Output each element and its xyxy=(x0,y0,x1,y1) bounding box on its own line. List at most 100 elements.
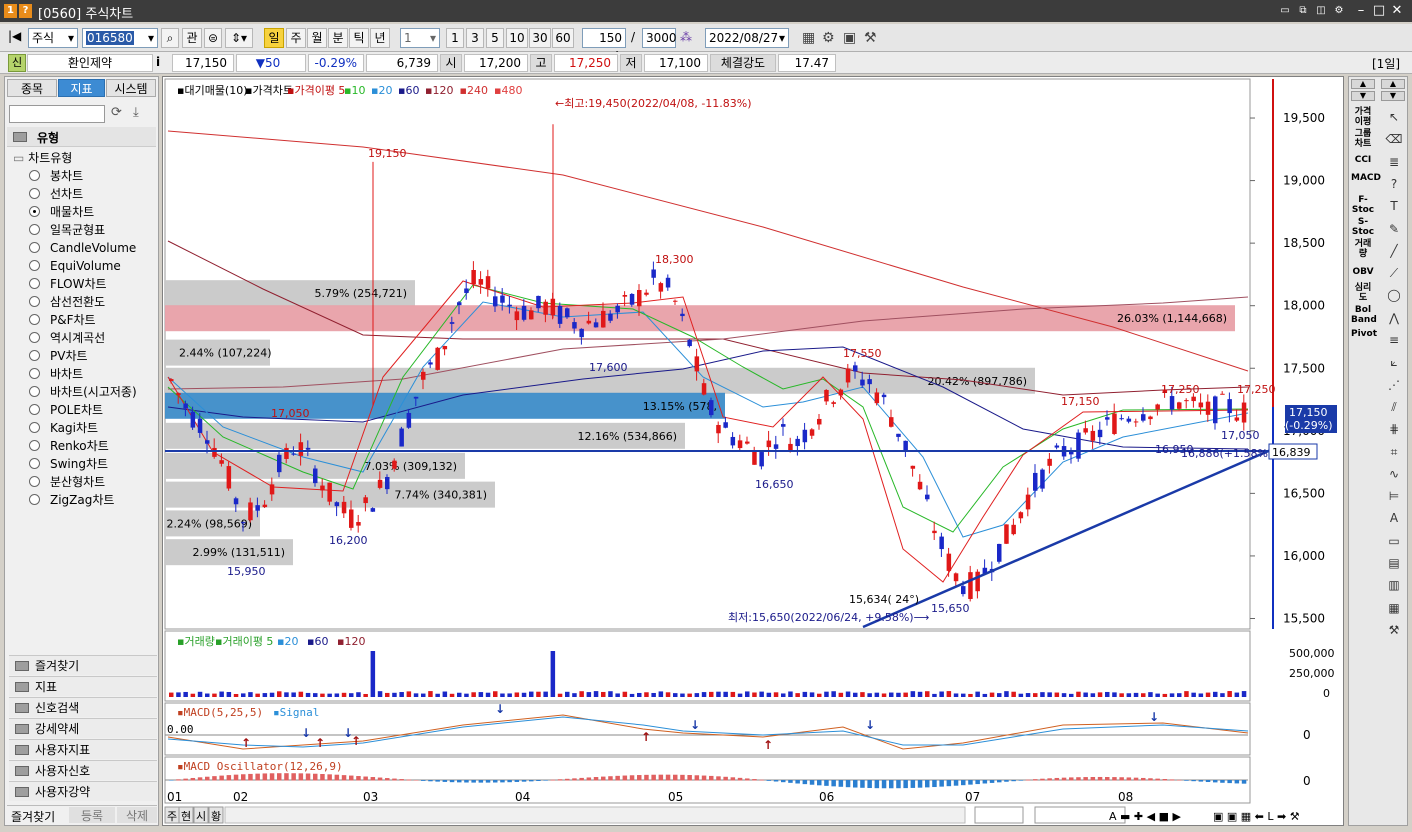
period-week[interactable]: 주 xyxy=(286,28,306,48)
maximize-button[interactable]: □ xyxy=(1370,2,1388,20)
cursor-icon[interactable]: ↖ xyxy=(1383,107,1405,127)
chart-type-0[interactable]: 봉차트 xyxy=(29,167,83,185)
total-input[interactable]: 3000 xyxy=(642,28,677,48)
radio-icon[interactable] xyxy=(29,458,40,469)
chart-type-18[interactable]: ZigZag차트 xyxy=(29,491,114,509)
indicator-shortcut-5[interactable]: S-Stoc xyxy=(1351,217,1375,237)
radio-icon[interactable] xyxy=(29,224,40,235)
radio-icon[interactable] xyxy=(29,350,40,361)
indicator-shortcut-9[interactable]: Bol Band xyxy=(1351,305,1377,325)
indicator-shortcut-8[interactable]: 심리도 xyxy=(1351,283,1375,303)
folder-item-3[interactable]: 강세약세 xyxy=(9,718,157,738)
refresh-icon[interactable]: ⟳ xyxy=(111,105,122,120)
link-icon[interactable]: ⊜ xyxy=(204,28,222,48)
radio-icon[interactable] xyxy=(29,242,40,253)
indicator-search-input[interactable] xyxy=(9,105,105,123)
ray-icon[interactable]: ⟋ xyxy=(1383,263,1405,283)
delete-button[interactable]: 삭제 xyxy=(117,807,157,823)
chart-type-1[interactable]: 선차트 xyxy=(29,185,83,203)
stock-chart[interactable]: 5.79% (254,721) 26.03% (1,144,668) 2.44% (… xyxy=(163,77,1345,827)
eraser-icon[interactable]: ⌫ xyxy=(1383,129,1405,149)
folder-item-5[interactable]: 사용자신호 xyxy=(9,760,157,780)
tab-indicator[interactable]: 지표 xyxy=(58,79,105,97)
count-stepper[interactable]: 150 ⇕ xyxy=(582,28,626,63)
tab-favorites[interactable]: 즐겨찾기 xyxy=(11,808,55,825)
channel-icon[interactable]: ⫽ xyxy=(1383,397,1405,417)
doc-icon[interactable]: ▤ xyxy=(1383,553,1405,573)
radio-icon[interactable] xyxy=(29,368,40,379)
screenshot-icon[interactable]: ◫ xyxy=(1314,4,1328,18)
bar-icon[interactable]: ▥ xyxy=(1383,575,1405,595)
radio-icon[interactable] xyxy=(29,296,40,307)
quick-1[interactable]: 1 xyxy=(446,28,464,48)
data-range-icon[interactable]: ⁂ xyxy=(680,30,692,44)
chart-type-6[interactable]: FLOW차트 xyxy=(29,275,107,293)
folder-item-4[interactable]: 사용자지표 xyxy=(9,739,157,759)
period-month[interactable]: 월 xyxy=(307,28,327,48)
chart-type-15[interactable]: Renko차트 xyxy=(29,437,109,455)
grid-icon[interactable]: ⋕ xyxy=(1383,419,1405,439)
radio-icon[interactable] xyxy=(29,314,40,325)
market-select[interactable]: 주식 ▾ xyxy=(28,28,78,48)
prev-stock-icon[interactable]: |◀ xyxy=(8,29,21,43)
radio-icon[interactable] xyxy=(29,332,40,343)
period-day[interactable]: 일 xyxy=(264,28,284,48)
zigzag-icon[interactable]: ⋀ xyxy=(1383,308,1405,328)
indicator-shortcut-10[interactable]: Pivot xyxy=(1351,329,1377,339)
period-year[interactable]: 년 xyxy=(370,28,390,48)
scroll-down-icon-2[interactable]: ▼ xyxy=(1381,91,1405,101)
copy-window-icon[interactable]: ⧉ xyxy=(1296,4,1310,18)
circle-icon[interactable]: ◯ xyxy=(1383,285,1405,305)
window-badge-1[interactable]: 1 xyxy=(4,4,17,18)
chart-type-8[interactable]: P&F차트 xyxy=(29,311,96,329)
chart-type-4[interactable]: CandleVolume xyxy=(29,239,136,257)
cross-icon[interactable]: ⌗ xyxy=(1383,442,1405,462)
folder-item-0[interactable]: 즐겨찾기 xyxy=(9,655,157,675)
chart-type-14[interactable]: Kagi차트 xyxy=(29,419,98,437)
pen-icon[interactable]: ✎ xyxy=(1383,219,1405,239)
radio-icon[interactable] xyxy=(29,188,40,199)
quick-60[interactable]: 60 xyxy=(552,28,574,48)
auto-icon[interactable]: A xyxy=(1383,508,1405,528)
gwan-button[interactable]: 관 xyxy=(182,28,202,48)
tools-icon[interactable]: ⚒ xyxy=(864,30,877,46)
window-icon[interactable]: ▭ xyxy=(1383,531,1405,551)
chart-type-9[interactable]: 역시계곡선 xyxy=(29,329,105,347)
radio-icon[interactable] xyxy=(29,386,40,397)
section-header[interactable]: 유형 xyxy=(7,127,156,147)
quick-5[interactable]: 5 xyxy=(486,28,504,48)
indicator-shortcut-3[interactable]: MACD xyxy=(1351,173,1381,183)
chart-type-11[interactable]: 바차트 xyxy=(29,365,83,383)
chart-type-17[interactable]: 분산형차트 xyxy=(29,473,105,491)
stock-name[interactable]: 환인제약 xyxy=(27,54,153,72)
text-icon[interactable]: T xyxy=(1383,196,1405,216)
report-icon[interactable]: ▦ xyxy=(1383,598,1405,618)
radio-icon[interactable] xyxy=(29,404,40,415)
chart-type-2[interactable]: 매물차트 xyxy=(29,203,94,221)
register-button[interactable]: 등록 xyxy=(69,807,115,823)
download-icon[interactable]: ⤓ xyxy=(133,105,139,120)
chart-type-12[interactable]: 바차트(시고저종) xyxy=(29,383,137,401)
period-tick[interactable]: 틱 xyxy=(349,28,369,48)
radio-icon[interactable] xyxy=(29,494,40,505)
indicator-shortcut-4[interactable]: F-Stoc xyxy=(1351,195,1375,215)
wave-icon[interactable]: ∿ xyxy=(1383,464,1405,484)
chart-type-3[interactable]: 일목균형표 xyxy=(29,221,105,239)
chart-type-5[interactable]: EquiVolume xyxy=(29,257,121,275)
folder-item-6[interactable]: 사용자강약 xyxy=(9,781,157,801)
ruler-icon[interactable]: ⊨ xyxy=(1383,486,1405,506)
scroll-down-icon[interactable]: ▼ xyxy=(1351,91,1375,101)
radio-icon[interactable] xyxy=(29,206,40,217)
radio-icon[interactable] xyxy=(29,260,40,271)
radio-icon[interactable] xyxy=(29,440,40,451)
chart-settings-icon[interactable]: ⚙ xyxy=(822,30,835,46)
folder-item-1[interactable]: 지표 xyxy=(9,676,157,696)
line-icon[interactable]: ╱ xyxy=(1383,241,1405,261)
subsection-title[interactable]: ▭ 차트유형 xyxy=(13,149,72,166)
scroll-up-icon-2[interactable]: ▲ xyxy=(1381,79,1405,89)
pin-icon[interactable]: ▭ xyxy=(1278,4,1292,18)
help-badge[interactable]: ? xyxy=(19,4,32,18)
fib-icon[interactable]: ≡ xyxy=(1383,330,1405,350)
indicator-shortcut-0[interactable]: 가격이평 xyxy=(1351,107,1375,127)
fan-icon[interactable]: ⋰ xyxy=(1383,375,1405,395)
